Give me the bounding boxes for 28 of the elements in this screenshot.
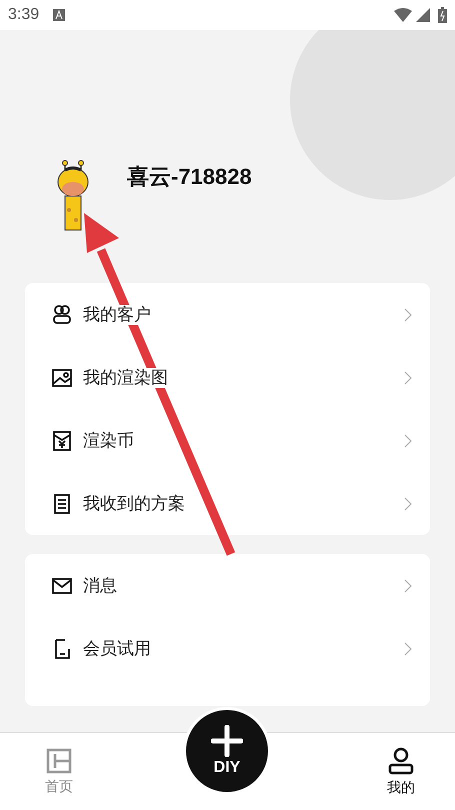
nav-tab[interactable]: 首页 (45, 748, 73, 796)
status-time: 3:39 (8, 6, 40, 24)
nav-tab[interactable]: 我的 (387, 746, 415, 796)
home-icon (46, 748, 72, 774)
keyboard-icon (53, 9, 66, 21)
menu-item[interactable]: 会员试用 (25, 617, 430, 680)
plus-icon (211, 725, 243, 757)
signal-icon (416, 8, 430, 22)
user-icon (387, 746, 415, 774)
chevron-right-icon (404, 642, 412, 656)
menu-item[interactable]: 消息 (25, 554, 430, 617)
menu-item[interactable]: 渲染币 (25, 409, 430, 472)
battery-icon (438, 7, 447, 23)
chevron-right-icon (404, 370, 412, 384)
users-icon (51, 304, 73, 326)
chevron-right-icon (404, 434, 412, 448)
chevron-right-icon (404, 308, 412, 322)
image-icon (51, 366, 73, 388)
chevron-right-icon (404, 578, 412, 592)
document-icon (51, 492, 73, 514)
chevron-right-icon (404, 496, 412, 510)
wifi-icon (394, 8, 412, 22)
giraffe-avatar (55, 160, 91, 232)
menu-item[interactable]: 我的渲染图 (25, 346, 430, 409)
user-name: 喜云-718828 (127, 163, 252, 191)
menu-item[interactable]: 我的客户 (25, 283, 430, 346)
wallet-icon (51, 430, 73, 452)
menu-item[interactable]: 我收到的方案 (25, 472, 430, 535)
